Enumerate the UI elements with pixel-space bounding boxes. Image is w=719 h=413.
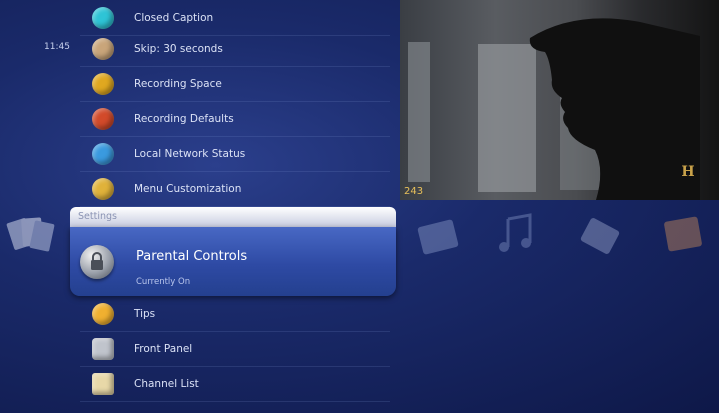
menu-item-skip[interactable]: Skip: 30 seconds: [80, 31, 390, 67]
channel-number: 243: [404, 186, 424, 197]
menu-item-label: Recording Defaults: [134, 112, 234, 125]
section-title: Settings: [78, 211, 117, 222]
network-icon: [92, 142, 114, 165]
section-header: Settings: [70, 207, 396, 227]
menu-item-parental-controls[interactable]: Parental Controls Currently On: [70, 227, 396, 296]
live-tv-preview[interactable]: 243 H: [400, 0, 719, 200]
menu-item-front-panel[interactable]: Front Panel: [80, 331, 390, 367]
tips-icon: [92, 302, 114, 325]
menu-item-label: Closed Caption: [134, 11, 214, 24]
clock: 11:45: [44, 42, 70, 52]
recording-space-icon: [92, 72, 114, 95]
lock-icon: [80, 245, 114, 279]
channel-list-icon: [92, 372, 114, 395]
cards-icon: [6, 217, 55, 252]
settings-menu: Closed Caption Skip: 30 seconds Recordin…: [70, 0, 396, 413]
menu-item-local-network-status[interactable]: Local Network Status: [80, 136, 390, 172]
menu-item-label: Front Panel: [134, 342, 193, 355]
video-icon: [580, 218, 620, 254]
games-icon: [664, 216, 702, 252]
menu-item-label: Local Network Status: [134, 147, 246, 160]
selected-item-label: Parental Controls: [136, 249, 248, 264]
menu-item-tips[interactable]: Tips: [80, 296, 390, 332]
photo-icon: [417, 219, 459, 255]
menu-item-label: Menu Customization: [134, 182, 242, 195]
menu-item-recording-space[interactable]: Recording Space: [80, 66, 390, 102]
menu-item-label: Channel List: [134, 377, 199, 390]
network-logo-text: H: [681, 164, 694, 180]
menu-item-label: Skip: 30 seconds: [134, 42, 223, 55]
network-logo-icon: H: [681, 164, 694, 180]
menu-item-label: Recording Space: [134, 77, 222, 90]
media-icons-row: [417, 213, 702, 255]
menu-customization-icon: [92, 177, 114, 200]
menu-item-recording-defaults[interactable]: Recording Defaults: [80, 101, 390, 137]
front-panel-icon: [92, 337, 114, 360]
skip-icon: [92, 37, 114, 60]
menu-item-label: Tips: [134, 307, 156, 320]
closed-caption-icon: [92, 6, 114, 29]
menu-item-channel-list[interactable]: Channel List: [80, 366, 390, 402]
recording-defaults-icon: [92, 107, 114, 130]
silhouette: [529, 18, 700, 200]
selected-item-status: Currently On: [136, 277, 191, 287]
menu-item-menu-customization[interactable]: Menu Customization: [80, 171, 390, 207]
